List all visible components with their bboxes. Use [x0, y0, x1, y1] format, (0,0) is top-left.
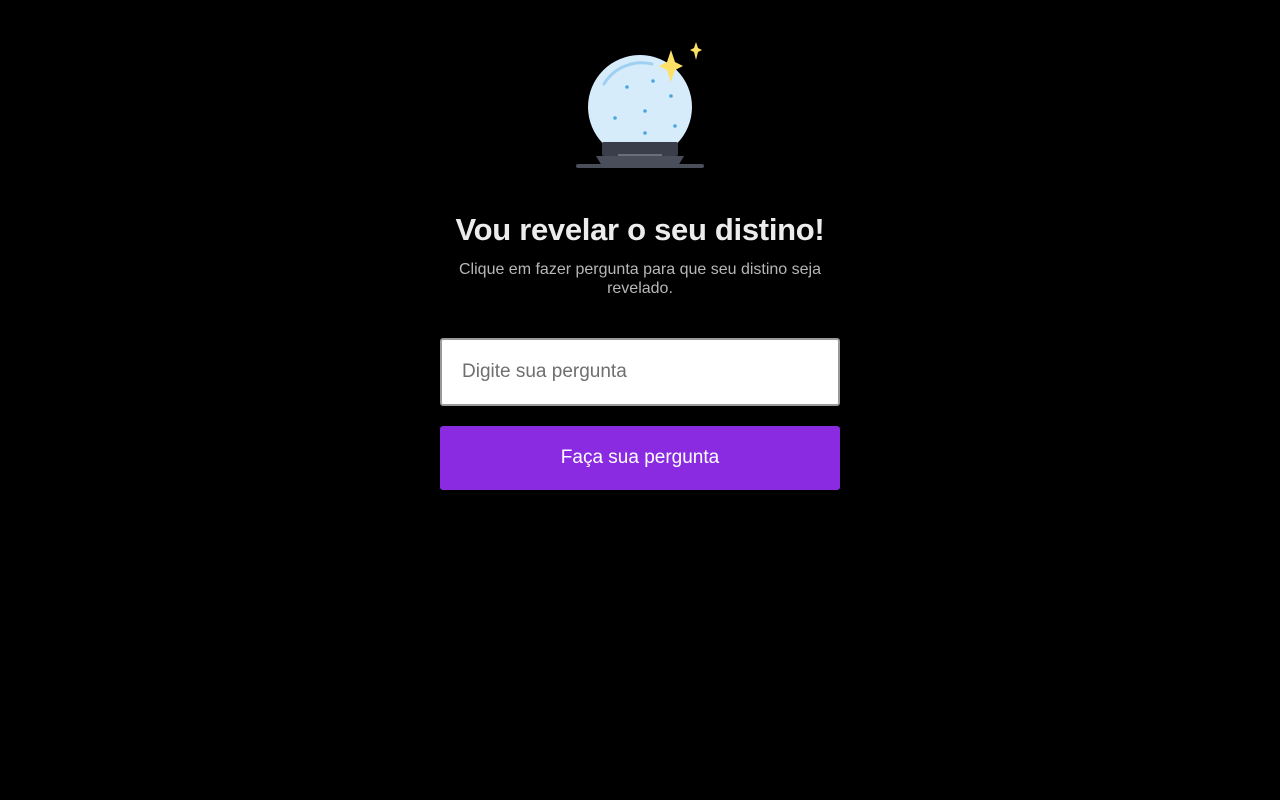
question-input[interactable]	[440, 338, 840, 406]
ask-question-button[interactable]: Faça sua pergunta	[440, 426, 840, 490]
page-title: Vou revelar o seu distino!	[455, 212, 825, 247]
crystal-ball-icon	[574, 40, 706, 172]
page: Vou revelar o seu distino! Clique em faz…	[0, 0, 1280, 800]
page-subtitle: Clique em fazer pergunta para que seu di…	[459, 261, 821, 297]
